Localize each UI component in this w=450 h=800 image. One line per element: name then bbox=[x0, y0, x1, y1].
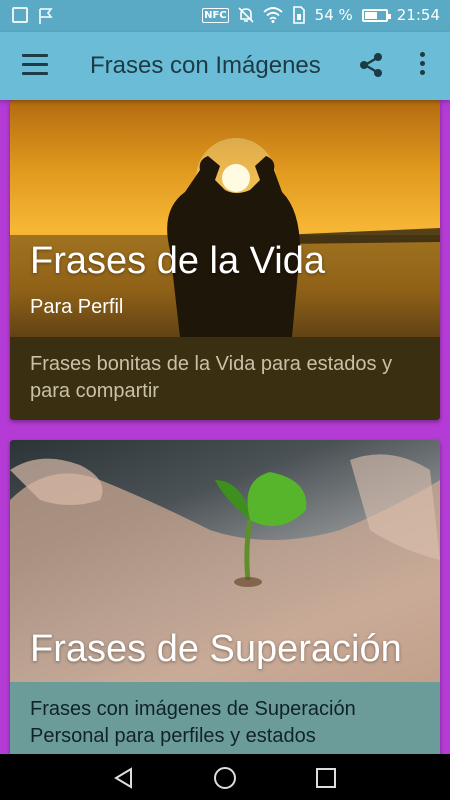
battery-percent: 54 % bbox=[314, 6, 353, 24]
flag-icon bbox=[39, 8, 53, 24]
system-nav-bar bbox=[0, 754, 450, 800]
status-bar: NFC 54 % 21:54 bbox=[0, 0, 450, 32]
more-vert-icon[interactable] bbox=[412, 52, 432, 80]
status-time: 21:54 bbox=[396, 6, 440, 24]
card-subtitle: Para Perfil bbox=[30, 296, 124, 318]
recents-icon[interactable] bbox=[314, 766, 338, 790]
app-title: Frases con Imágenes bbox=[90, 52, 321, 79]
menu-icon[interactable] bbox=[22, 54, 48, 76]
home-icon[interactable] bbox=[213, 766, 237, 790]
card-title: Frases de Superación bbox=[30, 628, 402, 670]
app-bar: Frases con Imágenes bbox=[0, 32, 450, 100]
share-icon[interactable] bbox=[356, 50, 386, 80]
nfc-icon: NFC bbox=[202, 7, 229, 23]
mute-icon bbox=[238, 7, 254, 23]
card-title: Frases de la Vida bbox=[30, 240, 326, 282]
battery-icon bbox=[361, 8, 391, 22]
category-card-vida[interactable]: Frases de la Vida Para Perfil Frases bon… bbox=[10, 100, 440, 420]
gallery-icon bbox=[12, 7, 28, 23]
back-icon[interactable] bbox=[112, 766, 136, 790]
sim-icon bbox=[292, 6, 305, 24]
wifi-icon bbox=[263, 7, 283, 23]
card-description: Frases con imágenes de Superación Person… bbox=[10, 682, 440, 760]
battery-level bbox=[364, 11, 377, 19]
category-card-superacion[interactable]: Frases de Superación Frases con imágenes… bbox=[10, 440, 440, 760]
card-description: Frases bonitas de la Vida para estados y… bbox=[10, 337, 440, 420]
